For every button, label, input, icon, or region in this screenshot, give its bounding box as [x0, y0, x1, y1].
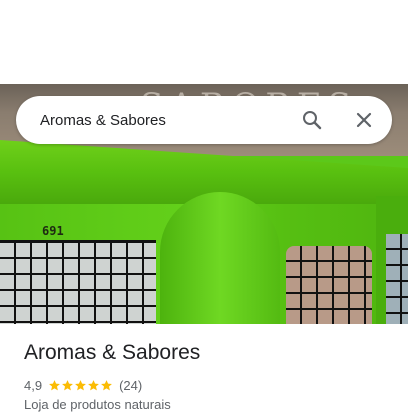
window-left	[0, 240, 156, 324]
star-icon	[88, 379, 99, 390]
street-number: 691	[42, 224, 64, 238]
rating-value: 4,9	[24, 377, 43, 393]
search-bar[interactable]: Aromas & Sabores	[16, 96, 392, 144]
close-button[interactable]	[340, 96, 388, 144]
search-icon	[303, 111, 322, 130]
place-name: Aromas & Sabores	[24, 341, 201, 364]
window-right	[386, 234, 408, 324]
star-icon	[49, 379, 60, 390]
window-middle	[286, 246, 372, 324]
star-icon	[75, 379, 86, 390]
search-button[interactable]	[288, 96, 336, 144]
star-icon	[62, 379, 73, 390]
star-icon	[101, 379, 112, 390]
rating-row[interactable]: 4,9 (24)	[24, 376, 142, 394]
rating-stars	[48, 379, 113, 392]
close-icon	[356, 112, 372, 128]
search-input[interactable]: Aromas & Sabores	[16, 112, 288, 129]
review-count[interactable]: (24)	[119, 378, 142, 393]
place-category: Loja de produtos naturais	[24, 397, 171, 412]
storefront-pillar	[160, 192, 280, 324]
top-blank-area	[0, 0, 408, 84]
